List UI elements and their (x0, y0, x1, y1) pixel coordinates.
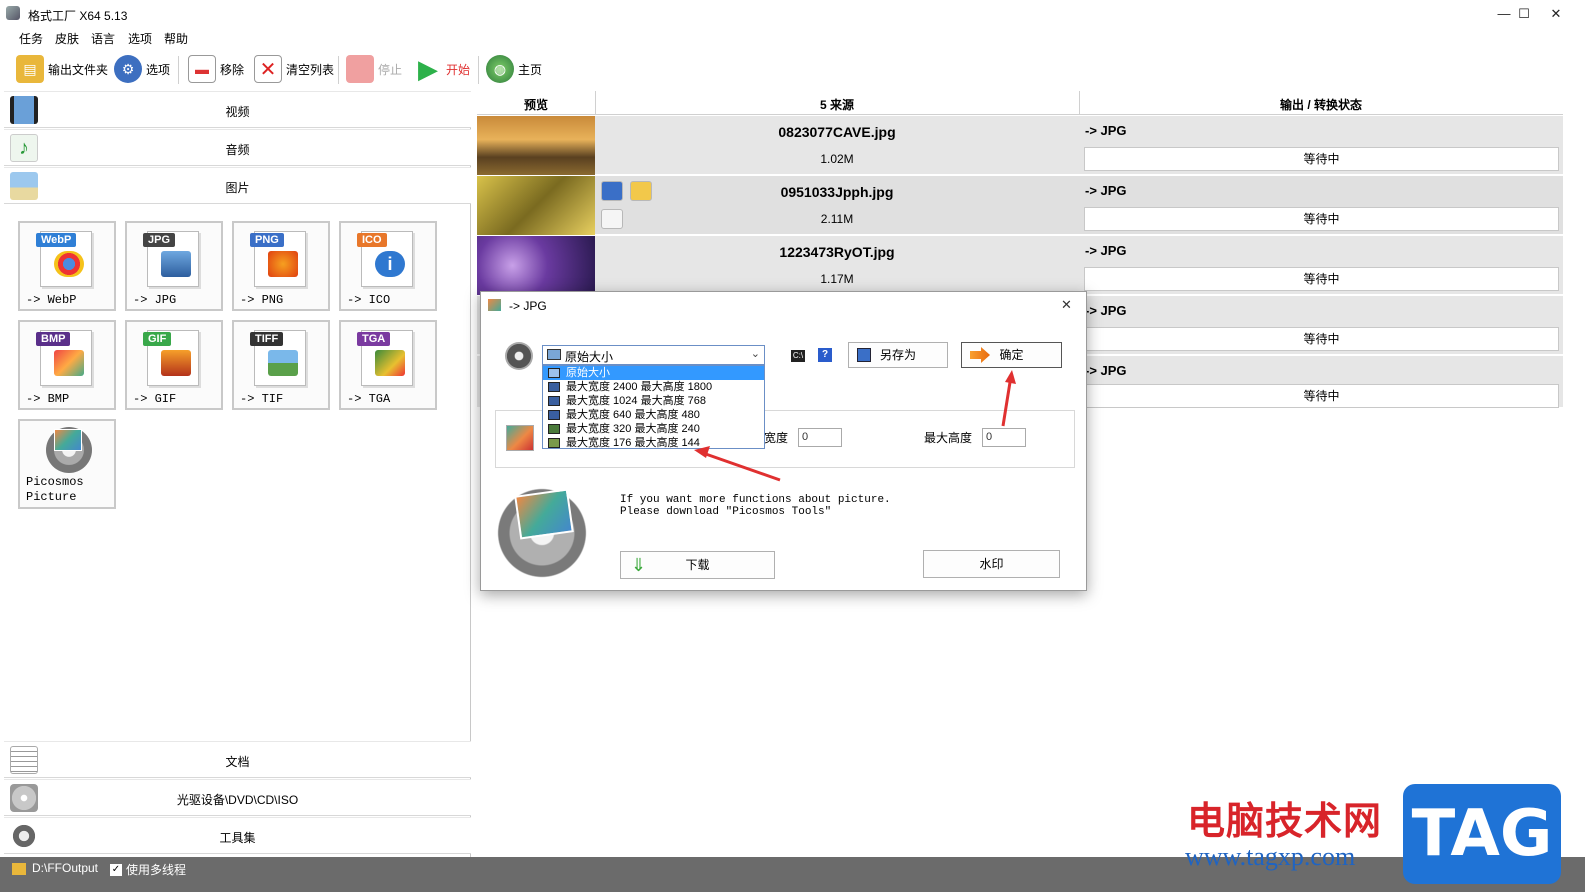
site-watermark-brand: 电脑技术网 (1187, 799, 1383, 843)
format-factory-window: 格式工厂 X64 5.13 — ☐ ✕ 任务 皮肤 语言 选项 帮助 ▤ 输出文… (0, 0, 1585, 892)
annotation-arrows (694, 370, 1016, 482)
arrow-head (1005, 370, 1016, 384)
arrow-to-dropdown (699, 450, 781, 482)
site-watermark-url: www.tagxp.com (1185, 842, 1356, 871)
site-watermark-logo: TAG (1403, 784, 1561, 884)
arrow-to-ok (1001, 375, 1013, 427)
